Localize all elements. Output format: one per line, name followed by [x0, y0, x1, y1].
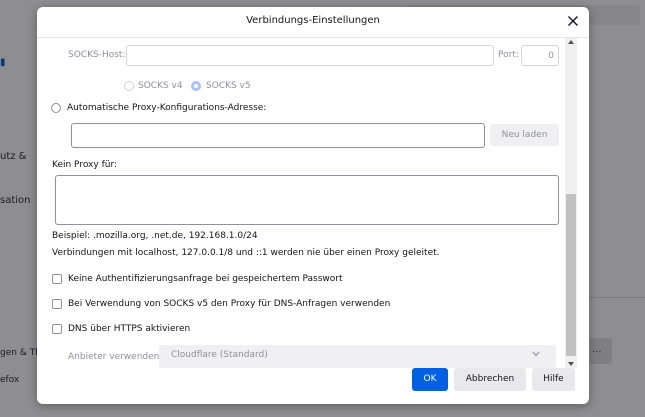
- provider-selected-value: Cloudflare (Standard): [171, 350, 268, 360]
- no-auth-prompt-label: Keine Authentifizierungsanfrage bei gesp…: [68, 274, 343, 284]
- dialog-header: Verbindungs-Einstellungen: [37, 7, 589, 38]
- background-divider: [590, 297, 645, 298]
- socks-v4-label: SOCKS v4: [138, 81, 183, 91]
- auto-proxy-label: Automatische Proxy-Konfigurations-Adress…: [67, 103, 267, 113]
- socks-dns-checkbox[interactable]: [52, 299, 62, 309]
- scrollbar-thumb[interactable]: [566, 194, 576, 356]
- socks-v5-radio[interactable]: [191, 81, 201, 91]
- auto-proxy-radio[interactable]: [51, 103, 61, 113]
- chevron-down-icon: [532, 351, 540, 357]
- socks-dns-label: Bei Verwendung von SOCKS v5 den Proxy fü…: [68, 299, 391, 309]
- dns-over-https-label: DNS über HTTPS aktivieren: [68, 324, 191, 334]
- background-text-fragment: utz &: [0, 151, 27, 162]
- dialog-title: Verbindungs-Einstellungen: [246, 15, 380, 26]
- no-proxy-textarea[interactable]: [55, 175, 559, 225]
- background-text-fragment: gen & Th: [0, 348, 41, 358]
- socks-v4-radio[interactable]: [124, 81, 134, 91]
- no-auth-prompt-checkbox[interactable]: [52, 274, 62, 284]
- no-proxy-label: Kein Proxy für:: [52, 160, 118, 170]
- provider-select[interactable]: Cloudflare (Standard): [159, 345, 556, 368]
- dialog-content: SOCKS-Host: Port: SOCKS v4 SOCKS v5 Auto…: [37, 38, 567, 368]
- localhost-text: Verbindungen mit localhost, 127.0.0.1/8 …: [52, 248, 440, 258]
- socks-host-input[interactable]: [126, 45, 494, 66]
- background-button: ...: [590, 338, 612, 364]
- background-text-fragment: efox: [0, 375, 20, 385]
- socks-port-input[interactable]: [521, 45, 559, 66]
- content-scrollbar[interactable]: [565, 38, 577, 368]
- example-text: Beispiel: .mozilla.org, .net.de, 192.168…: [52, 231, 258, 241]
- close-button[interactable]: [565, 13, 581, 29]
- socks-host-label: SOCKS-Host:: [68, 50, 126, 60]
- background-text-fragment: sation: [0, 195, 31, 206]
- scroll-down-icon[interactable]: [567, 360, 575, 368]
- connection-settings-dialog: Verbindungs-Einstellungen SOCKS-Host: Po…: [37, 7, 589, 404]
- ok-button[interactable]: OK: [412, 368, 448, 391]
- reload-button[interactable]: Neu laden: [490, 124, 559, 146]
- dns-over-https-checkbox[interactable]: [52, 324, 62, 334]
- socks-v5-label: SOCKS v5: [206, 81, 251, 91]
- provider-label: Anbieter verwenden: [68, 352, 160, 362]
- close-icon: [568, 16, 578, 26]
- help-button[interactable]: Hilfe: [532, 368, 575, 391]
- auto-proxy-url-input[interactable]: [71, 123, 485, 148]
- scroll-up-icon[interactable]: [567, 38, 575, 46]
- port-label: Port:: [498, 50, 519, 60]
- cancel-button[interactable]: Abbrechen: [454, 368, 526, 391]
- background-link-fragment: ▮: [0, 57, 6, 68]
